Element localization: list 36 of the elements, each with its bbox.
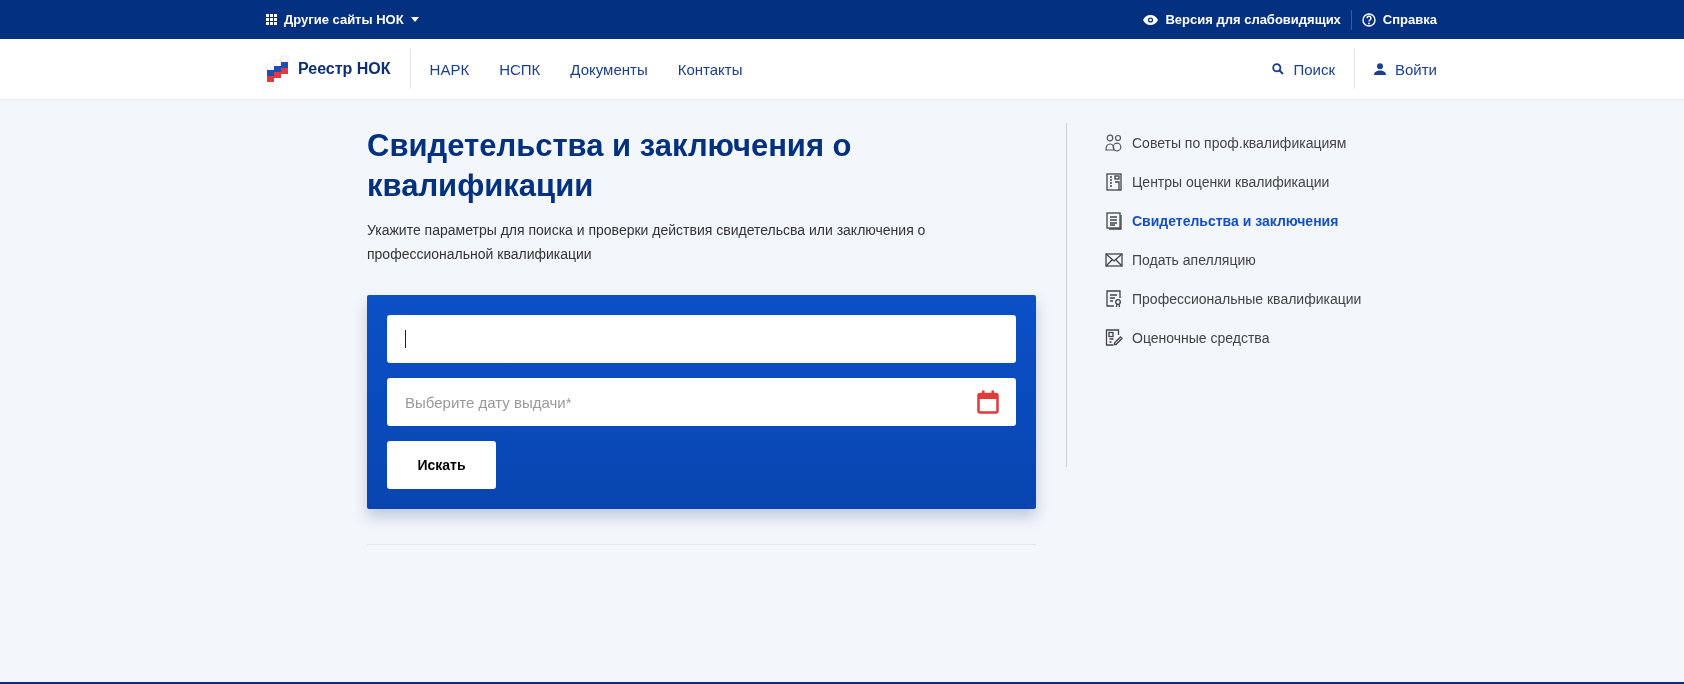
building-icon bbox=[1105, 172, 1123, 191]
search-link[interactable]: Поиск bbox=[1272, 60, 1335, 78]
envelope-icon bbox=[1105, 252, 1123, 267]
grid-icon bbox=[266, 14, 277, 25]
search-icon bbox=[1272, 63, 1285, 75]
date-field[interactable]: Выберите дату выдачи* bbox=[387, 378, 1016, 426]
help-icon bbox=[1361, 12, 1376, 27]
caret-icon bbox=[410, 17, 419, 22]
other-sites-menu[interactable]: Другие сайты НОК bbox=[266, 12, 419, 27]
nav-link[interactable]: Документы bbox=[570, 60, 648, 78]
logo[interactable]: Реестр НОК bbox=[266, 54, 391, 84]
flags-icon bbox=[266, 54, 290, 84]
edit-icon bbox=[1105, 328, 1123, 347]
page-description: Укажите параметры для поиска и проверки действия свидетельсва или заключения о профессиональной квалификации bbox=[367, 221, 927, 264]
eye-icon bbox=[1143, 14, 1159, 25]
sidebar-item[interactable]: Свидетельства и заключения bbox=[1105, 201, 1362, 240]
nav-link[interactable]: НАРК bbox=[429, 60, 470, 78]
top-link[interactable]: Версия для слабовидящих bbox=[1143, 12, 1341, 27]
number-input-field[interactable] bbox=[387, 315, 1016, 363]
user-icon bbox=[1374, 63, 1386, 75]
certificate-icon bbox=[1105, 289, 1123, 308]
login-link[interactable]: Войти bbox=[1374, 60, 1437, 78]
logo-text: Реестр НОК bbox=[298, 60, 391, 78]
document-icon bbox=[1105, 211, 1123, 230]
sidebar-item[interactable]: Оценочные средства bbox=[1105, 318, 1362, 357]
calendar-icon[interactable] bbox=[977, 390, 999, 414]
search-button[interactable]: Искать bbox=[387, 441, 496, 489]
people-icon bbox=[1105, 133, 1123, 152]
nav-link[interactable]: Контакты bbox=[677, 60, 743, 78]
top-link[interactable]: Справка bbox=[1361, 12, 1437, 27]
sidebar-item[interactable]: Профессиональные квалификации bbox=[1105, 279, 1362, 318]
sidebar-item[interactable]: Центры оценки квалификации bbox=[1105, 162, 1362, 201]
page-title: Свидетельства и заключения о квалификации bbox=[367, 127, 853, 205]
nav-link[interactable]: НСПК bbox=[499, 60, 541, 78]
sidebar-item[interactable]: Подать апелляцию bbox=[1105, 240, 1362, 279]
sidebar-item[interactable]: Советы по проф.квалификациям bbox=[1105, 123, 1362, 162]
